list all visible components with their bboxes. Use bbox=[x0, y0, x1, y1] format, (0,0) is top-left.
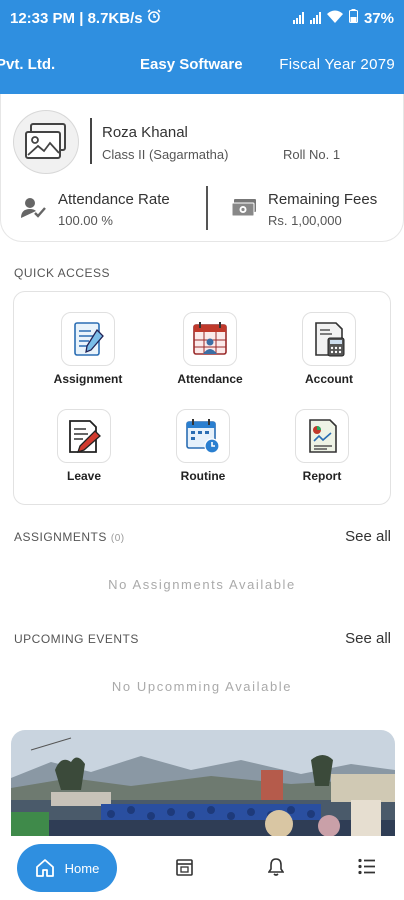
bottom-navigation: Home bbox=[0, 836, 404, 900]
home-icon bbox=[35, 859, 54, 877]
assignments-heading: ASSIGNMENTS bbox=[14, 530, 107, 544]
quick-access-report[interactable]: Report bbox=[277, 409, 367, 483]
wifi-icon bbox=[326, 10, 343, 27]
quick-access-attendance[interactable]: Attendance bbox=[165, 312, 255, 386]
quick-access-account[interactable]: Account bbox=[284, 312, 374, 386]
fees-value: Rs. 1,00,000 bbox=[268, 213, 342, 228]
battery-icon bbox=[348, 9, 358, 27]
calendar-icon[interactable] bbox=[176, 858, 193, 881]
money-icon bbox=[231, 198, 257, 223]
fiscal-year[interactable]: Fiscal Year 2079 bbox=[279, 56, 395, 73]
quick-access-label: Assignment bbox=[53, 372, 123, 386]
quick-access-assignment[interactable]: Assignment bbox=[43, 312, 133, 386]
divider bbox=[90, 118, 92, 164]
assignments-count: (0) bbox=[110, 533, 125, 544]
quick-access-label: Attendance bbox=[177, 372, 243, 386]
school-banner-image[interactable] bbox=[11, 730, 395, 842]
assignments-see-all[interactable]: See all bbox=[345, 528, 391, 545]
assignments-empty-message: No Assignments Available bbox=[108, 577, 296, 592]
routine-icon bbox=[186, 419, 220, 454]
events-see-all[interactable]: See all bbox=[345, 630, 391, 647]
status-time: 12:33 PM | 8.7KB/s bbox=[10, 9, 143, 27]
leave-icon bbox=[69, 420, 101, 454]
avatar[interactable] bbox=[13, 110, 79, 174]
profile-card[interactable]: Roza Khanal Class II (Sagarmatha) Roll N… bbox=[0, 94, 404, 242]
quick-access-label: Report bbox=[302, 469, 342, 483]
events-empty-message: No Upcomming Available bbox=[111, 679, 293, 694]
quick-access-panel: Assignment Attendance Account Leave Rout… bbox=[13, 291, 391, 505]
company-name: Pvt. Ltd. bbox=[0, 56, 56, 73]
attendance-label: Attendance Rate bbox=[58, 191, 170, 208]
battery-level: 37% bbox=[363, 9, 394, 27]
list-icon[interactable] bbox=[358, 858, 376, 880]
attendance-icon bbox=[193, 322, 227, 355]
quick-access-label: Account bbox=[305, 372, 353, 386]
assignments-title: ASSIGNMENTS (0) bbox=[14, 530, 125, 544]
quick-access-routine[interactable]: Routine bbox=[158, 409, 248, 483]
software-name: Easy Software bbox=[140, 56, 243, 73]
user-check-icon bbox=[21, 197, 47, 224]
attendance-value: 100.00 % bbox=[58, 213, 113, 228]
roll-number: Roll No. 1 bbox=[283, 147, 341, 162]
report-icon bbox=[309, 419, 337, 453]
quick-access-label: Routine bbox=[180, 469, 226, 483]
quick-access-label: Leave bbox=[66, 469, 102, 483]
image-placeholder-icon bbox=[25, 123, 66, 159]
home-label: Home bbox=[64, 860, 100, 876]
divider bbox=[206, 186, 208, 230]
assignment-icon bbox=[74, 322, 104, 356]
status-bar: 12:33 PM | 8.7KB/s 37% bbox=[0, 0, 404, 36]
bell-icon[interactable] bbox=[267, 858, 285, 881]
signal-icon bbox=[292, 12, 304, 24]
quick-access-leave[interactable]: Leave bbox=[39, 409, 129, 483]
alarm-icon bbox=[147, 9, 161, 27]
student-name: Roza Khanal bbox=[102, 124, 188, 141]
app-header: Pvt. Ltd. Easy Software Fiscal Year 2079 bbox=[0, 36, 404, 94]
account-icon bbox=[315, 322, 345, 357]
student-class: Class II (Sagarmatha) bbox=[102, 147, 229, 162]
events-title: UPCOMING EVENTS bbox=[14, 632, 139, 646]
home-tab[interactable]: Home bbox=[17, 844, 117, 892]
signal-icon bbox=[309, 12, 321, 24]
fees-label: Remaining Fees bbox=[268, 191, 378, 208]
quick-access-title: QUICK ACCESS bbox=[14, 266, 111, 280]
